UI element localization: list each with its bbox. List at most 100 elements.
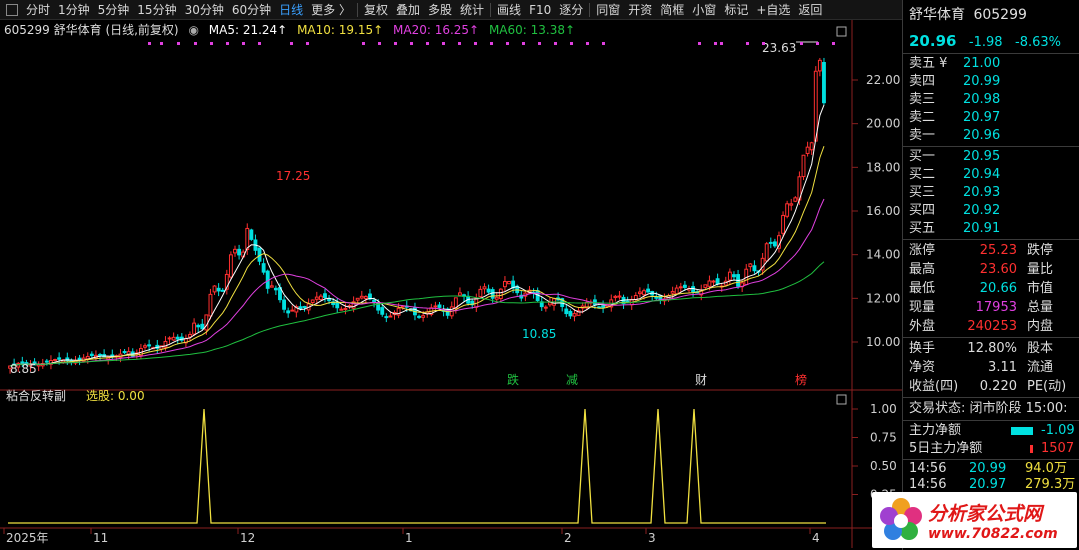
bids-price: 20.95 (963, 149, 1001, 164)
signal-dot (426, 42, 429, 45)
toolbar-item[interactable]: 小窗 (688, 0, 720, 20)
asks-row[interactable]: 卖四 20.99 (903, 73, 1079, 91)
tick-row: 14:56 20.99 94.0万 (903, 461, 1079, 477)
candle-body (503, 281, 507, 288)
toolbar-item[interactable]: 15分钟 (133, 0, 180, 20)
toolbar-item[interactable]: 1分钟 (54, 0, 94, 20)
candle-body (613, 295, 618, 299)
candle-body (318, 295, 323, 300)
bids-price: 20.91 (963, 221, 1001, 236)
asks-row[interactable]: 卖二 20.97 (903, 109, 1079, 127)
candle-body (147, 344, 152, 347)
toolbar-item[interactable]: 分时 (22, 0, 54, 20)
asks-price: 20.99 (963, 74, 1001, 89)
bids-row[interactable]: 买二 20.94 (903, 166, 1079, 184)
divider (903, 53, 1079, 54)
candle-body (572, 313, 577, 317)
toolbar-item[interactable]: 逐分 (555, 0, 587, 20)
stat-value: 25.23 (979, 243, 1017, 258)
stat-value: 20.66 (979, 281, 1017, 296)
toolbar-item[interactable]: F10 (525, 0, 555, 20)
event-label: 跌 (507, 372, 519, 387)
bids-row[interactable]: 买五 20.91 (903, 220, 1079, 238)
signal-dot (720, 42, 723, 45)
candle-body (822, 62, 826, 104)
bids-row[interactable]: 买三 20.93 (903, 184, 1079, 202)
asks-row[interactable]: 卖五 ¥ 21.00 (903, 55, 1079, 73)
toolbar-item[interactable]: 开资 (624, 0, 656, 20)
candle-body (437, 304, 442, 308)
signal-dot (177, 42, 180, 45)
toolbar-item[interactable]: 多股 (424, 0, 456, 20)
toolbar-item[interactable]: 画线 (493, 0, 525, 20)
bids-label: 买一 (909, 149, 936, 164)
toolbar-item[interactable]: 5分钟 (94, 0, 134, 20)
asks-row[interactable]: 卖三 20.98 (903, 91, 1079, 109)
time-axis-label: 2 (564, 531, 572, 545)
candle-body (801, 154, 806, 178)
candle-body (793, 197, 798, 202)
toolbar-item[interactable]: 统计 (456, 0, 488, 20)
tick-time: 14:56 (909, 477, 947, 492)
menu-icon[interactable] (6, 3, 18, 16)
candles-group (8, 57, 826, 374)
bids-row[interactable]: 买一 20.95 (903, 148, 1079, 166)
stat-label-2: 股本 (1027, 341, 1054, 356)
toolbar-item[interactable]: 30分钟 (181, 0, 228, 20)
signal-dot (554, 42, 557, 45)
flow-value: 1507 (1041, 441, 1075, 456)
chart-area[interactable]: 22.00 20.00 18.00 16.00 14.00 12.00 10.00 23.63… (0, 20, 902, 548)
candle-body (122, 351, 127, 354)
toolbar-item[interactable]: 同窗 (592, 0, 624, 20)
candle-body (805, 146, 810, 154)
bids-row[interactable]: 买四 20.92 (903, 202, 1079, 220)
stat-label: 换手 (909, 341, 936, 356)
stat-label: 最低 (909, 281, 936, 296)
toolbar-item[interactable]: 60分钟 (228, 0, 275, 20)
chart-toolbar: 分时 1分钟 5分钟 15分钟 30分钟 60分钟 日线 更多 〉复权 叠加 多股 统计 画线 F10 逐… (0, 0, 902, 20)
signal-dot (394, 42, 397, 45)
candle-body (727, 271, 732, 281)
candle-body (363, 296, 368, 299)
toolbar-item[interactable]: 标记 (720, 0, 752, 20)
candle-body (339, 308, 344, 311)
toolbar-separator (589, 2, 591, 17)
toolbar-item[interactable]: 更多 〉 (307, 0, 355, 20)
bids-label: 买二 (909, 167, 936, 182)
candle-body (192, 322, 197, 335)
signal-dot (586, 42, 589, 45)
toolbar-item[interactable]: 叠加 (392, 0, 424, 20)
asks-row[interactable]: 卖一 20.96 (903, 127, 1079, 145)
candle-body (490, 289, 495, 299)
candle-body (220, 289, 225, 292)
ma5-label: MA5: 21.24↑ (208, 23, 288, 37)
dropdown-icon[interactable]: ◉ (188, 23, 198, 37)
tick-price: 20.97 (969, 477, 1007, 492)
toolbar-item[interactable]: 日线 (275, 0, 307, 20)
signal-dot (816, 42, 819, 45)
price-change: -1.98 (968, 35, 1003, 50)
candle-body (764, 243, 769, 262)
candle-body (290, 309, 295, 312)
toolbar-item[interactable]: 简框 (656, 0, 688, 20)
candle-body (486, 288, 491, 293)
candle-body (433, 305, 438, 308)
signal-dot (160, 42, 163, 45)
candle-body (507, 280, 511, 285)
stat-label-2: 总量 (1027, 300, 1054, 315)
candle-body (77, 357, 82, 361)
stat-row: 最高 23.60 量比 (903, 260, 1079, 279)
candle-body (171, 336, 176, 341)
toolbar-item[interactable]: 复权 (360, 0, 392, 20)
candle-body (785, 203, 790, 217)
candle-body (200, 323, 205, 330)
candle-body (237, 248, 242, 256)
candle-body (543, 306, 548, 309)
indicator-settings-icon (836, 394, 847, 405)
toolbar-item[interactable]: +自选 (752, 0, 794, 20)
candle-body (57, 357, 62, 360)
kline-chart[interactable]: 22.00 20.00 18.00 16.00 14.00 12.00 10.00 23.63… (0, 20, 902, 548)
signal-dot (762, 42, 765, 45)
candle-body (53, 358, 57, 361)
toolbar-item[interactable]: 返回 (794, 0, 826, 20)
